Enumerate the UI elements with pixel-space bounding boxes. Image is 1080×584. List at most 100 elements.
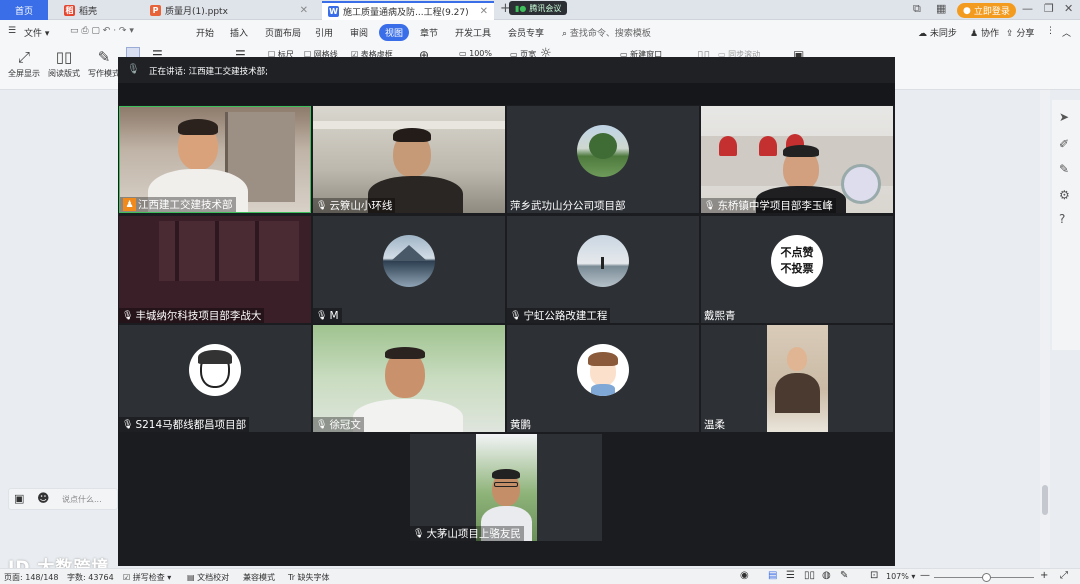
- mic-icon[interactable]: 🎙︎: [127, 64, 140, 75]
- participant-label: 🎙︎ 大茅山项目上骆友民: [410, 526, 524, 541]
- sync-button[interactable]: ☁ 未同步: [918, 26, 957, 39]
- quick-access-icons[interactable]: ▭ ⎙ ▢ ↶ · ↷ ▾: [70, 26, 134, 36]
- participant-name: 戴熙青: [704, 310, 736, 322]
- menu-section[interactable]: 章节: [420, 26, 438, 39]
- menu-devtools[interactable]: 开发工具: [455, 26, 491, 39]
- video-feed: [119, 216, 311, 323]
- shirt: [353, 399, 463, 432]
- participant-tile[interactable]: 萍乡武功山分公司项目部: [507, 106, 699, 213]
- zoom-slider-handle[interactable]: [982, 573, 991, 582]
- missing-font-label: 缺失字体: [297, 573, 330, 582]
- participant-tile[interactable]: 🎙︎ 徐冠文: [313, 325, 505, 432]
- page-view-status-icon[interactable]: ▤: [768, 570, 777, 581]
- word-count[interactable]: 字数: 43764: [67, 572, 114, 583]
- participant-tile[interactable]: 🎙︎ 丰城纳尔科技项目部李战大: [119, 216, 311, 323]
- chat-input[interactable]: 说点什么...: [62, 494, 102, 505]
- participant-name: M: [329, 309, 339, 322]
- participant-name: 东桥镇中学项目部李玉峰: [717, 200, 833, 212]
- read-mode-button[interactable]: ▯▯ 阅读版式: [48, 48, 80, 79]
- tab-word-active[interactable]: W 施工质量通病及防...工程(9.27) ✕: [322, 1, 494, 20]
- tab-ppt[interactable]: P 质量月(1).pptx ✕: [144, 1, 314, 20]
- participant-tile[interactable]: 🎙︎ M: [313, 216, 505, 323]
- read-view-icon[interactable]: ▯▯: [804, 570, 815, 581]
- emoji-icon[interactable]: ☻: [37, 491, 50, 505]
- missing-font[interactable]: Tr 缺失字体: [288, 572, 330, 583]
- minimize-icon[interactable]: —: [1022, 2, 1033, 15]
- collab-label: 协作: [980, 29, 999, 39]
- scroll-thumb[interactable]: [1042, 485, 1048, 515]
- menu-membership[interactable]: 会员专享: [508, 26, 544, 39]
- collapse-ribbon-icon[interactable]: ︿: [1062, 26, 1071, 39]
- word-icon: W: [328, 6, 339, 17]
- chat-bar[interactable]: ▣ ☻ 说点什么...: [8, 488, 118, 510]
- mic-icon: 🎙︎: [122, 310, 134, 321]
- menu-view[interactable]: 视图: [379, 24, 410, 41]
- more-icon[interactable]: ⋮: [1046, 26, 1055, 36]
- fan: [841, 164, 881, 204]
- zoom-out-icon[interactable]: —: [920, 570, 930, 581]
- menu-insert[interactable]: 插入: [230, 26, 248, 39]
- fit-icon[interactable]: ⊡: [870, 570, 878, 581]
- fullscreen-button[interactable]: ⤢ 全屏显示: [8, 48, 40, 79]
- command-search[interactable]: ⌕ 查找命令、搜索模板: [562, 26, 651, 39]
- participant-tile[interactable]: 🎙︎ 东桥镇中学项目部李玉峰: [701, 106, 893, 213]
- participant-tile[interactable]: 🎙︎ S214马都线都昌项目部: [119, 325, 311, 432]
- menu-review[interactable]: 审阅: [350, 26, 368, 39]
- participant-tile[interactable]: 🎙︎ 大茅山项目上骆友民: [410, 434, 602, 541]
- write-mode-button[interactable]: ✎ 写作模式: [88, 48, 120, 79]
- menu-layout[interactable]: 页面布局: [265, 26, 301, 39]
- restore-icon[interactable]: ❐: [1044, 2, 1054, 15]
- spell-check[interactable]: ☑ 拼写检查 ▾: [123, 572, 171, 583]
- boy-hair: [588, 352, 618, 366]
- tab-home[interactable]: 首页: [0, 0, 48, 20]
- meeting-tag[interactable]: ▮● 腾讯会议: [509, 1, 568, 15]
- participant-name: 宁虹公路改建工程: [523, 310, 608, 322]
- tab-docer[interactable]: 稻稻壳: [58, 1, 140, 20]
- tab-label: 施工质量通病及防...工程(9.27): [343, 8, 469, 18]
- tab-close-icon[interactable]: ✕: [480, 6, 488, 17]
- format-painter-icon[interactable]: ✐: [1059, 137, 1069, 151]
- menu-reference[interactable]: 引用: [315, 26, 333, 39]
- edit-icon[interactable]: ✎: [1059, 162, 1069, 176]
- meeting-header: 🎙︎ 正在讲话: 江西建工交建技术部;: [118, 57, 895, 83]
- eye-icon[interactable]: ◉: [740, 570, 749, 581]
- zoom-level[interactable]: 107% ▾: [886, 572, 915, 581]
- fullscreen-icon: ⤢: [17, 48, 30, 66]
- layout-icon[interactable]: ⧉: [913, 2, 921, 16]
- blind-slat: [175, 221, 179, 281]
- fullscreen-small-icon[interactable]: ⤢: [1060, 570, 1068, 581]
- web-view-icon[interactable]: ◍: [822, 570, 831, 581]
- zoom-in-icon[interactable]: +: [1040, 570, 1048, 581]
- help-icon[interactable]: ?: [1059, 212, 1065, 226]
- docer-icon: 稻: [64, 5, 75, 16]
- write-view-icon[interactable]: ✎: [840, 570, 848, 581]
- collab-button[interactable]: ♟ 协作: [970, 26, 999, 39]
- mic-icon: 🎙︎: [122, 419, 134, 430]
- grid-icon[interactable]: ▦: [936, 2, 946, 15]
- participant-tile[interactable]: 🎙︎ 云簝山小环线: [313, 106, 505, 213]
- menu-home[interactable]: 开始: [196, 26, 214, 39]
- video-feed: [767, 325, 828, 432]
- participant-label: 萍乡武功山分公司项目部: [507, 198, 629, 213]
- settings-icon[interactable]: ⚙: [1059, 188, 1070, 202]
- participant-tile[interactable]: ♟ 江西建工交建技术部: [119, 106, 311, 213]
- vertical-scrollbar[interactable]: [1040, 90, 1050, 568]
- cursor-icon[interactable]: ➤: [1059, 110, 1069, 124]
- chat-icon[interactable]: ▣: [14, 492, 24, 505]
- menu-file[interactable]: 文件 ▾: [24, 26, 49, 39]
- tab-close-icon[interactable]: ✕: [300, 5, 308, 16]
- close-icon[interactable]: ✕: [1064, 2, 1073, 15]
- share-button[interactable]: ⇪ 分享: [1006, 26, 1034, 39]
- hamburger-icon[interactable]: ☰: [8, 26, 16, 36]
- participant-tile[interactable]: 温柔: [701, 325, 893, 432]
- participant-tile[interactable]: 黄鹏: [507, 325, 699, 432]
- doc-proofread[interactable]: ▤ 文档校对: [187, 572, 229, 583]
- outline-view-icon[interactable]: ☰: [786, 570, 795, 581]
- avatar-text: 不点赞 不投票: [771, 235, 823, 287]
- page-count[interactable]: 页面: 148/148: [4, 572, 58, 583]
- hair: [178, 119, 218, 135]
- login-button[interactable]: ● 立即登录: [957, 3, 1016, 18]
- hair: [492, 469, 520, 479]
- participant-tile[interactable]: 🎙︎ 宁虹公路改建工程: [507, 216, 699, 323]
- participant-tile[interactable]: 不点赞 不投票 戴熙青: [701, 216, 893, 323]
